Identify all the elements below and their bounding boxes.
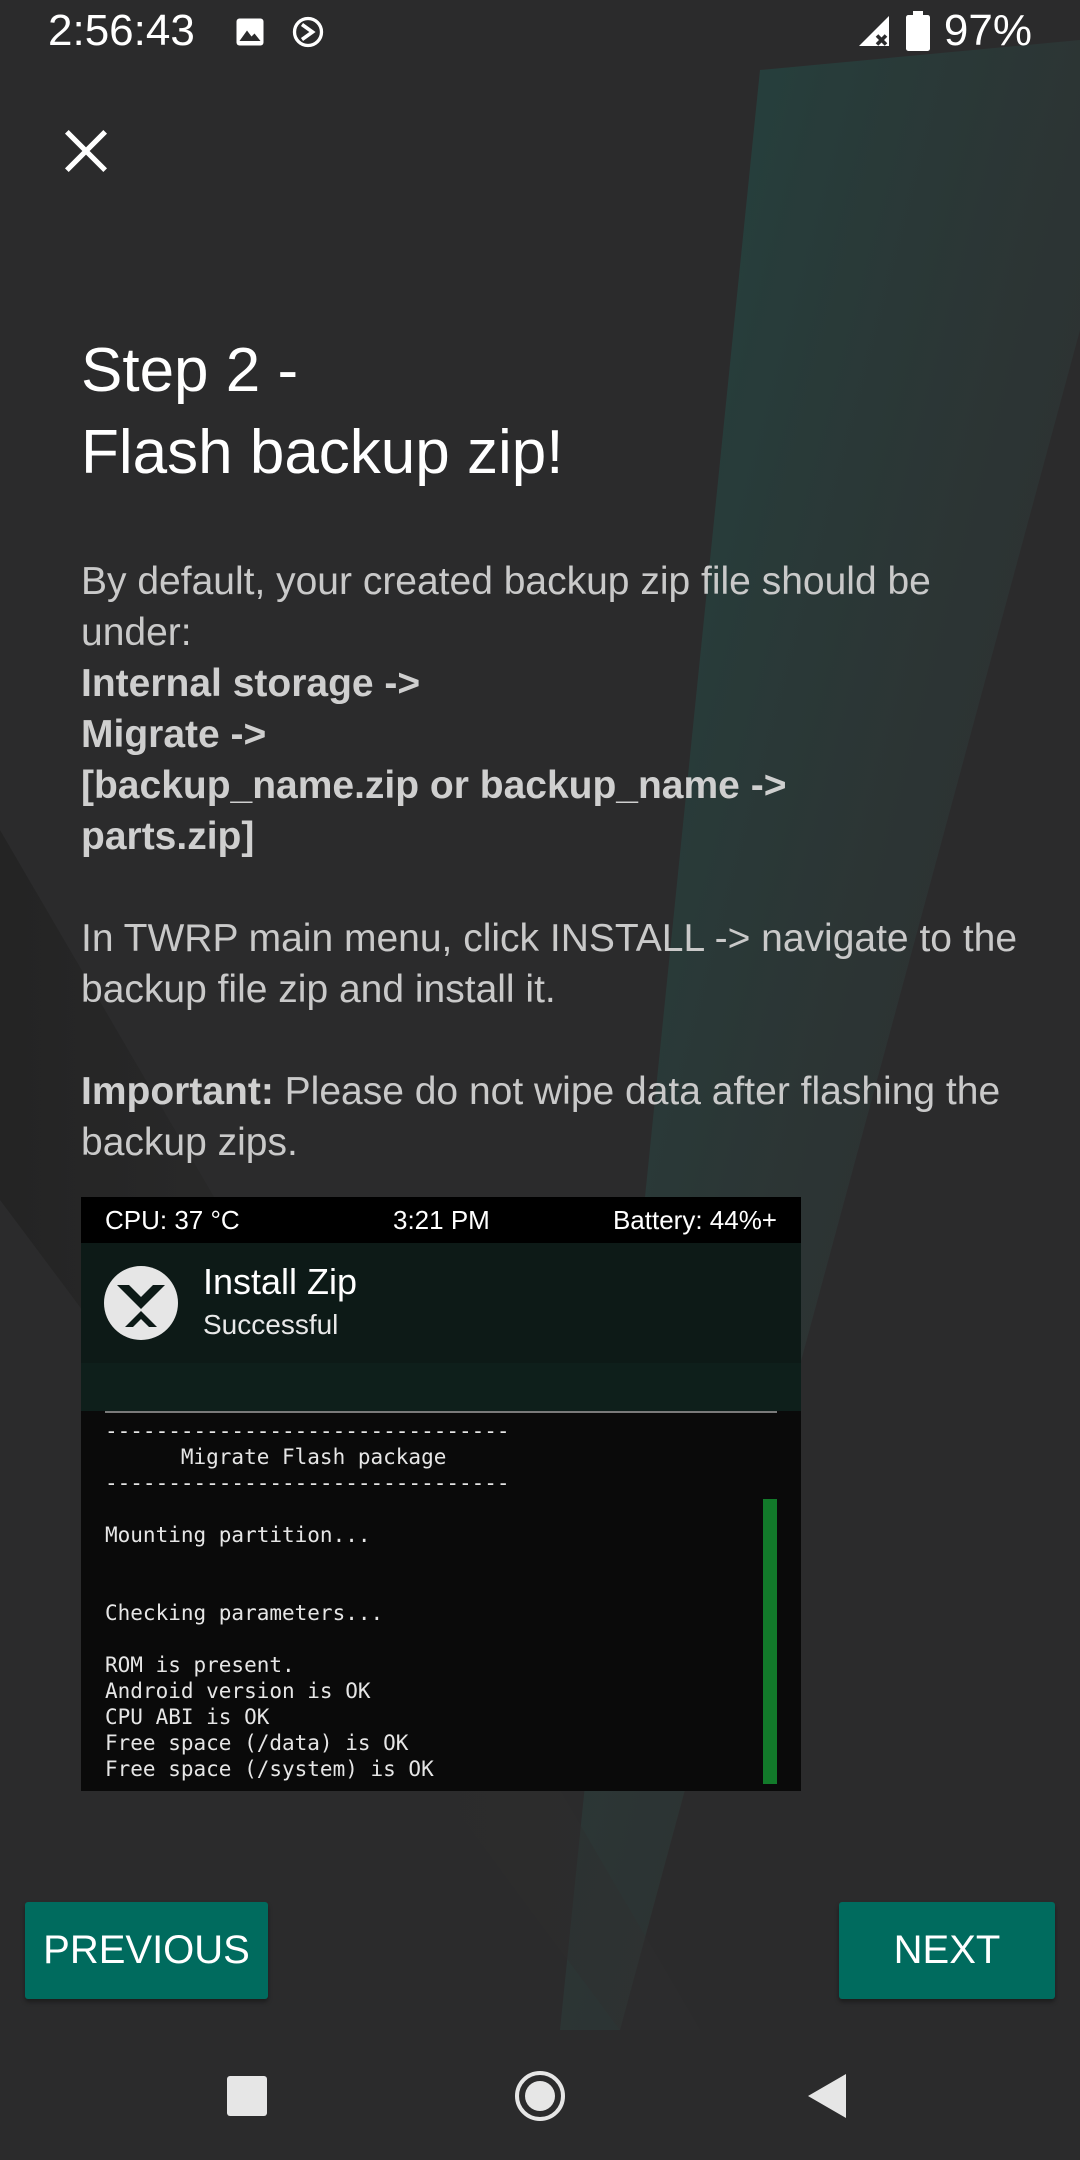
console-line: Checking parameters... (105, 1601, 384, 1625)
console-line: Android version is OK (105, 1679, 371, 1703)
twrp-subtitle: Successful (203, 1309, 339, 1340)
twrp-header: Install Zip Successful (81, 1243, 801, 1363)
twrp-status-bar: CPU: 37 °C 3:21 PM Battery: 44%+ (81, 1197, 801, 1243)
paragraph-install-instructions: In TWRP main menu, click INSTALL -> navi… (81, 917, 1018, 1011)
twrp-logo-icon (104, 1266, 178, 1340)
console-line: Free space (/data) is OK (105, 1731, 409, 1755)
console-line: Migrate Flash package (105, 1445, 447, 1469)
important-label: Important: (81, 1070, 274, 1113)
home-icon[interactable] (512, 2068, 568, 2124)
status-time: 2:56:43 (48, 6, 195, 55)
status-bar: 2:56:43 97% (0, 0, 1080, 64)
console-line: -------------------------------- (105, 1471, 510, 1495)
path-line-2: Migrate -> (81, 713, 267, 756)
twrp-battery: Battery: 44%+ (612, 1205, 777, 1235)
sync-icon (292, 16, 324, 48)
title-line-2: Flash backup zip! (81, 418, 564, 487)
next-button[interactable]: NEXT (839, 1902, 1055, 1999)
navigation-bar (0, 2030, 1080, 2160)
console-line: Free space (/system) is OK (105, 1757, 434, 1781)
paragraph-important: Important: Please do not wipe data after… (81, 1066, 1021, 1168)
step-content: Step 2 - Flash backup zip! By default, y… (81, 330, 1021, 1219)
back-icon[interactable] (800, 2068, 856, 2124)
battery-percent: 97% (943, 6, 1032, 55)
console-line: Mounting partition... (105, 1523, 371, 1547)
twrp-console: -------------------------------- Migrate… (105, 1411, 777, 1791)
console-line: -------------------------------- (105, 1419, 510, 1443)
twrp-clock: 3:21 PM (393, 1205, 490, 1235)
path-line-1: Internal storage -> (81, 662, 421, 705)
recents-icon[interactable] (219, 2068, 275, 2124)
path-line-4: parts.zip] (81, 815, 255, 858)
twrp-gap (81, 1363, 801, 1411)
battery-icon (905, 11, 930, 51)
previous-button[interactable]: PREVIOUS (25, 1902, 268, 1999)
instructions: By default, your created backup zip file… (81, 556, 1021, 1168)
status-right-group: 97% (856, 6, 1032, 56)
page-title: Step 2 - Flash backup zip! (81, 330, 1021, 494)
path-line-3: [backup_name.zip or backup_name -> (81, 764, 787, 807)
image-icon (236, 18, 264, 46)
console-line: ROM is present. (105, 1653, 295, 1677)
close-icon[interactable] (60, 125, 112, 177)
twrp-title: Install Zip (203, 1261, 358, 1302)
backup-location-intro: By default, your created backup zip file… (81, 560, 931, 654)
twrp-cpu: CPU: 37 °C (105, 1205, 240, 1235)
signal-no-data-icon (858, 16, 889, 46)
paragraph-backup-location: By default, your created backup zip file… (81, 556, 1021, 862)
twrp-scrollbar (763, 1499, 777, 1784)
twrp-screenshot: CPU: 37 °C 3:21 PM Battery: 44%+ Install… (81, 1197, 801, 1791)
console-line: CPU ABI is OK (105, 1705, 270, 1729)
title-line-1: Step 2 - (81, 336, 299, 405)
